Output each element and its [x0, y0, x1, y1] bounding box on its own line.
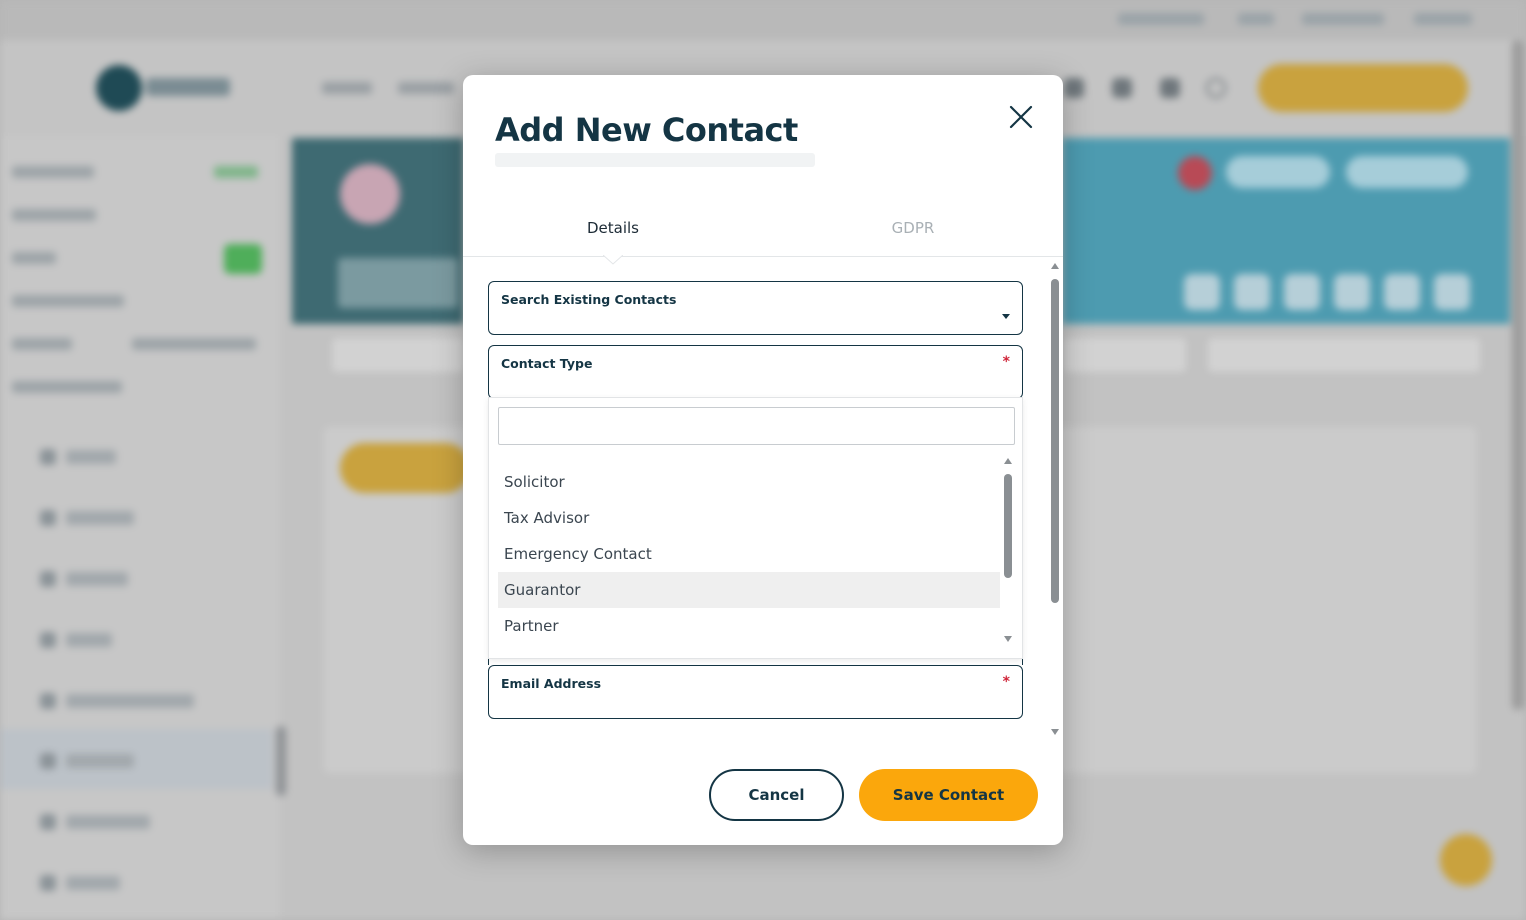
close-icon — [1009, 105, 1033, 129]
modal-tabs: Details GDPR — [463, 205, 1063, 265]
tab-details[interactable]: Details — [463, 219, 763, 237]
contact-type-label: Contact Type — [501, 356, 593, 371]
dropdown-options-list: Solicitor Tax Advisor Emergency Contact … — [498, 464, 1000, 644]
dropdown-scrollbar[interactable] — [1002, 458, 1014, 646]
scroll-thumb[interactable] — [1051, 279, 1059, 603]
option-solicitor[interactable]: Solicitor — [498, 464, 1000, 500]
option-partner[interactable]: Partner — [498, 608, 1000, 644]
background-sidebar — [0, 136, 286, 920]
scroll-down-arrow[interactable] — [1004, 636, 1012, 642]
close-button[interactable] — [1005, 101, 1037, 133]
scroll-down-arrow[interactable] — [1051, 729, 1059, 735]
contact-type-select[interactable]: Contact Type * — [488, 345, 1023, 399]
modal-title: Add New Contact — [495, 111, 798, 149]
background-topbar — [0, 0, 1526, 40]
option-tax-advisor[interactable]: Tax Advisor — [498, 500, 1000, 536]
tab-gdpr[interactable]: GDPR — [763, 219, 1063, 237]
search-existing-contacts-label: Search Existing Contacts — [501, 292, 677, 307]
scroll-thumb[interactable] — [1004, 474, 1012, 578]
modal-scrollbar[interactable] — [1049, 261, 1061, 741]
chevron-down-icon — [1002, 314, 1010, 319]
save-contact-button[interactable]: Save Contact — [859, 769, 1038, 821]
contact-type-dropdown: Solicitor Tax Advisor Emergency Contact … — [488, 397, 1023, 659]
required-marker: * — [1002, 674, 1010, 690]
email-address-field[interactable]: Email Address * — [488, 665, 1023, 719]
email-address-label: Email Address — [501, 676, 602, 691]
dropdown-search-input[interactable] — [498, 407, 1015, 445]
option-guarantor[interactable]: Guarantor — [498, 572, 1000, 608]
modal-subtitle-placeholder — [495, 153, 815, 167]
scroll-up-arrow[interactable] — [1004, 458, 1012, 464]
add-contact-modal: Add New Contact Details GDPR Search Exis… — [463, 75, 1063, 845]
required-marker: * — [1002, 354, 1010, 370]
scroll-up-arrow[interactable] — [1051, 263, 1059, 269]
option-emergency-contact[interactable]: Emergency Contact — [498, 536, 1000, 572]
search-existing-contacts-select[interactable]: Search Existing Contacts — [488, 281, 1023, 335]
cancel-button[interactable]: Cancel — [709, 769, 844, 821]
